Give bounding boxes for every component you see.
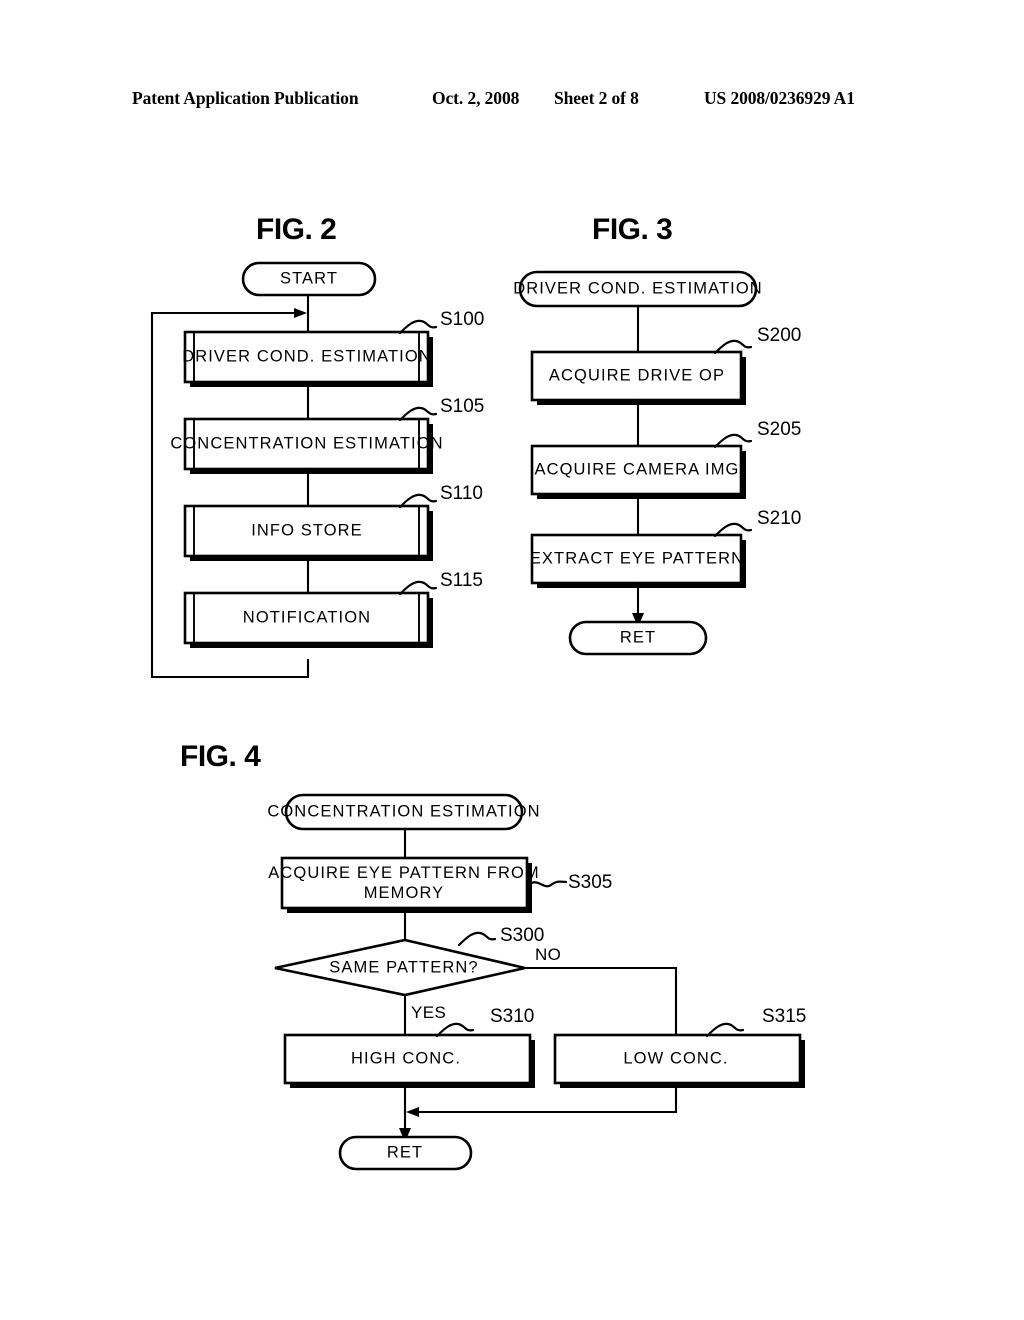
fig2-s105-label: CONCENTRATION ESTIMATION [170,434,444,453]
fig2-s115-label: NOTIFICATION [242,608,372,627]
fig3-step-s210: S210 [757,508,802,529]
fig4-s315-label: LOW CONC. [623,1049,729,1068]
fig2-step-s110: S110 [440,483,483,504]
fig4-step-s305: S305 [568,872,613,893]
fig3-s210-label: EXTRACT EYE PATTERN [529,549,745,568]
fig4-branch-yes: YES [411,1003,447,1022]
fig4-edge-no-s315 [523,966,678,1037]
fig4-merge-arrowhead [406,1107,419,1117]
fig2-s110-label: INFO STORE [251,521,363,540]
fig4-step-s315: S315 [762,1006,807,1027]
fig4-ret-label: RET [386,1143,424,1162]
fig4-s305-leader [457,931,497,947]
figure-4-graphics [274,793,805,1171]
flowchart-drawing [150,261,805,1171]
fig3-ret-label: RET [619,628,657,647]
fig4-s300-line2: MEMORY [363,884,445,902]
fig3-step-s205: S205 [757,419,802,440]
fig3-s205-label: ACQUIRE CAMERA IMG [534,460,740,479]
fig4-s300-line1: ACQUIRE EYE PATTERN FROM [268,864,540,882]
fig3-s200-label: ACQUIRE DRIVE OP [548,366,726,385]
fig3-entry-label: DRIVER COND. ESTIMATION [513,279,763,298]
fig2-step-s115: S115 [440,570,483,591]
fig2-feedback-arrowhead [294,308,307,318]
fig2-start-label: START [279,269,339,288]
fig2-step-s100: S100 [440,309,485,330]
fig2-s100-label: DRIVER COND. ESTIMATION [182,347,432,366]
fig4-step-s310: S310 [490,1006,535,1027]
fig3-step-s200: S200 [757,325,802,346]
fig4-s305-label: SAME PATTERN? [329,958,479,977]
fig4-s300-label: ACQUIRE EYE PATTERN FROM MEMORY [268,863,539,903]
fig4-branch-no: NO [535,945,562,964]
fig4-step-s300: S300 [500,925,545,946]
fig4-s310-label: HIGH CONC. [351,1049,461,1068]
fig2-step-s105: S105 [440,396,485,417]
fig4-entry-label: CONCENTRATION ESTIMATION [267,802,541,821]
